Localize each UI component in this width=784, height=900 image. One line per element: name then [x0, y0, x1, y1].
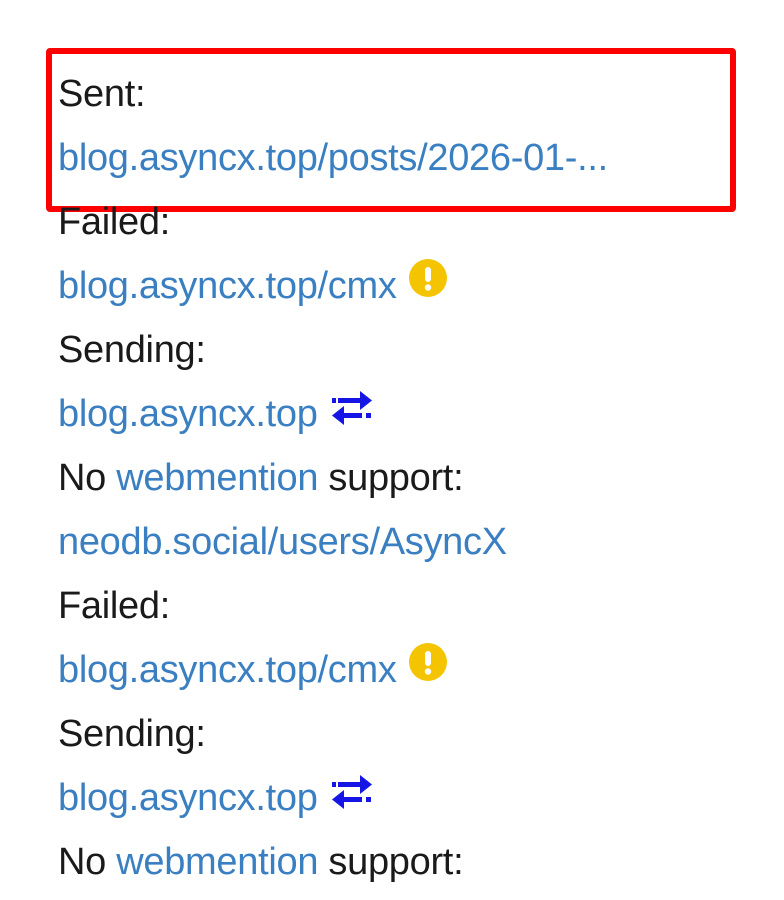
status-prefix: No	[58, 841, 106, 883]
status-label-sent: Sent:	[58, 73, 146, 115]
sync-arrows-icon	[330, 765, 374, 829]
status-label-failed: Failed:	[58, 585, 170, 627]
sync-arrows-icon	[330, 381, 374, 445]
webmention-link[interactable]: webmention	[116, 457, 318, 499]
status-prefix: No	[58, 457, 106, 499]
failed-target-link[interactable]: blog.asyncx.top/cmx	[58, 649, 397, 691]
list-item: blog.asyncx.top	[58, 766, 758, 830]
sending-target-link[interactable]: blog.asyncx.top	[58, 393, 318, 435]
webmention-link[interactable]: webmention	[116, 841, 318, 883]
sending-target-link[interactable]: blog.asyncx.top	[58, 777, 318, 819]
warning-icon[interactable]	[408, 637, 447, 701]
list-item: neodb.social/users/AsyncX	[58, 510, 758, 574]
list-item: blog.asyncx.top/posts/2026-01-...	[58, 126, 758, 190]
list-item: blog.asyncx.top/cmx	[58, 254, 758, 318]
no-support-target-link[interactable]: neodb.social/users/AsyncX	[58, 521, 507, 563]
status-label-no-support: No webmention support:	[58, 830, 758, 894]
failed-target-link[interactable]: blog.asyncx.top/cmx	[58, 265, 397, 307]
status-label-sending: Sending:	[58, 713, 206, 755]
status-label-failed: Failed:	[58, 201, 170, 243]
status-label-sending: Sending:	[58, 329, 206, 371]
list-item: blog.asyncx.top/cmx	[58, 638, 758, 702]
status-label-no-support: No webmention support:	[58, 446, 758, 510]
webmention-status-list: Sent: blog.asyncx.top/posts/2026-01-... …	[58, 62, 758, 894]
warning-icon[interactable]	[408, 253, 447, 317]
status-suffix: support:	[328, 457, 464, 499]
list-item: blog.asyncx.top	[58, 382, 758, 446]
sent-target-link[interactable]: blog.asyncx.top/posts/2026-01-...	[58, 137, 608, 179]
status-suffix: support:	[328, 841, 464, 883]
